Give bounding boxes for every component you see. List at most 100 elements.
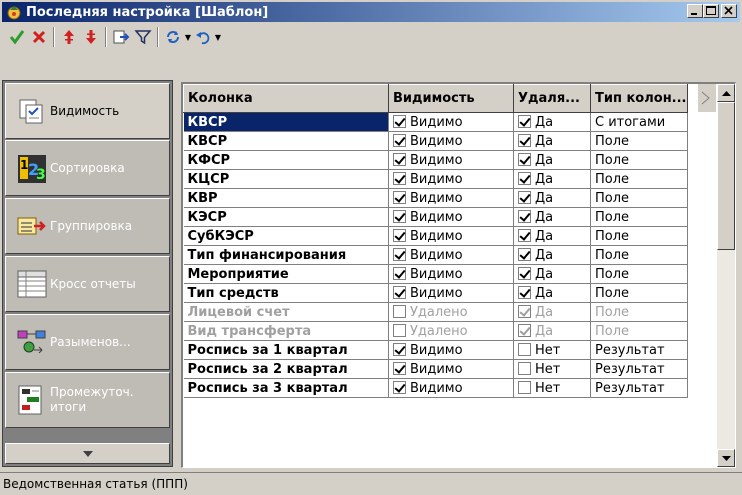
cell-column-name[interactable]: Мероприятие bbox=[183, 264, 389, 284]
visibility-checkbox[interactable] bbox=[393, 361, 406, 375]
cell-column-name[interactable]: Вид трансферта bbox=[183, 321, 389, 341]
move-up-icon[interactable] bbox=[58, 26, 80, 48]
scroll-thumb[interactable] bbox=[717, 102, 735, 250]
close-button[interactable] bbox=[721, 4, 737, 18]
visibility-checkbox[interactable] bbox=[393, 342, 406, 356]
nav-grouping[interactable]: Группировка bbox=[5, 198, 170, 254]
delete-checkbox[interactable] bbox=[518, 209, 531, 223]
cell-visibility[interactable]: Видимо bbox=[388, 264, 514, 284]
column-header-name[interactable]: Колонка bbox=[183, 84, 389, 113]
maximize-button[interactable] bbox=[703, 4, 719, 18]
cell-column-type[interactable]: Результат bbox=[590, 378, 688, 398]
cell-visibility[interactable]: Видимо bbox=[388, 226, 514, 246]
cell-delete[interactable]: Да bbox=[513, 264, 591, 284]
table-row[interactable]: СубКЭСР Видимо Да Поле bbox=[183, 226, 688, 246]
cell-visibility[interactable]: Видимо bbox=[388, 112, 514, 132]
cell-visibility[interactable]: Видимо bbox=[388, 150, 514, 170]
cell-column-type[interactable]: Результат bbox=[590, 359, 688, 379]
cell-delete[interactable]: Да bbox=[513, 131, 591, 151]
cell-column-type[interactable]: Поле bbox=[590, 245, 688, 265]
delete-checkbox[interactable] bbox=[518, 342, 531, 356]
scroll-up-button[interactable] bbox=[717, 84, 735, 102]
cell-column-name[interactable]: КВР bbox=[183, 188, 389, 208]
cell-column-name[interactable]: Роспись за 2 квартал bbox=[183, 359, 389, 379]
cell-column-type[interactable]: Результат bbox=[590, 340, 688, 360]
move-down-icon[interactable] bbox=[80, 26, 102, 48]
visibility-checkbox[interactable] bbox=[393, 171, 406, 185]
cell-delete[interactable]: Да bbox=[513, 283, 591, 303]
cell-column-name[interactable]: КФСР bbox=[183, 150, 389, 170]
cell-column-name[interactable]: СубКЭСР bbox=[183, 226, 389, 246]
cell-delete[interactable]: Да bbox=[513, 169, 591, 189]
vertical-scrollbar[interactable] bbox=[717, 84, 735, 467]
cell-delete[interactable]: Да bbox=[513, 321, 591, 341]
delete-checkbox[interactable] bbox=[518, 190, 531, 204]
title-bar[interactable]: Последняя настройка [Шаблон] bbox=[2, 2, 740, 22]
delete-checkbox[interactable] bbox=[518, 266, 531, 280]
delete-checkbox[interactable] bbox=[518, 285, 531, 299]
cell-delete[interactable]: Нет bbox=[513, 378, 591, 398]
column-header-visibility[interactable]: Видимость bbox=[388, 84, 514, 113]
cell-column-type[interactable]: Поле bbox=[590, 302, 688, 322]
visibility-checkbox[interactable] bbox=[393, 285, 406, 299]
apply-icon[interactable] bbox=[6, 26, 28, 48]
cell-column-name[interactable]: Роспись за 3 квартал bbox=[183, 378, 389, 398]
delete-checkbox[interactable] bbox=[518, 247, 531, 261]
delete-checkbox[interactable] bbox=[518, 152, 531, 166]
scroll-down-button[interactable] bbox=[717, 449, 735, 467]
table-row[interactable]: Мероприятие Видимо Да Поле bbox=[183, 264, 688, 284]
cell-column-type[interactable]: Поле bbox=[590, 131, 688, 151]
cell-visibility[interactable]: Видимо bbox=[388, 359, 514, 379]
refresh-dropdown-icon[interactable]: ▼ bbox=[184, 26, 192, 48]
cell-column-name[interactable]: Тип средств bbox=[183, 283, 389, 303]
cell-column-type[interactable]: Поле bbox=[590, 321, 688, 341]
cell-visibility[interactable]: Видимо bbox=[388, 188, 514, 208]
table-row[interactable]: Роспись за 3 квартал Видимо Нет Результат bbox=[183, 378, 688, 398]
visibility-checkbox[interactable] bbox=[393, 152, 406, 166]
cell-column-name[interactable]: Роспись за 1 квартал bbox=[183, 340, 389, 360]
visibility-checkbox[interactable] bbox=[393, 304, 406, 318]
nav-sorting[interactable]: 231 Сортировка bbox=[5, 140, 170, 196]
table-row[interactable]: Вид трансферта Удалено Да Поле bbox=[183, 321, 688, 341]
table-row[interactable]: КЭСР Видимо Да Поле bbox=[183, 207, 688, 227]
cell-visibility[interactable]: Видимо bbox=[388, 378, 514, 398]
cell-delete[interactable]: Да bbox=[513, 188, 591, 208]
undo-dropdown-icon[interactable]: ▼ bbox=[214, 26, 222, 48]
cell-visibility[interactable]: Видимо bbox=[388, 340, 514, 360]
table-row[interactable]: КФСР Видимо Да Поле bbox=[183, 150, 688, 170]
cell-visibility[interactable]: Видимо bbox=[388, 207, 514, 227]
visibility-checkbox[interactable] bbox=[393, 266, 406, 280]
cell-column-type[interactable]: С итогами bbox=[590, 112, 688, 132]
cell-column-name[interactable]: КЭСР bbox=[183, 207, 389, 227]
visibility-checkbox[interactable] bbox=[393, 209, 406, 223]
cell-delete[interactable]: Нет bbox=[513, 340, 591, 360]
cell-delete[interactable]: Да bbox=[513, 150, 591, 170]
table-row[interactable]: КВСР Видимо Да С итогами bbox=[183, 112, 688, 132]
delete-checkbox[interactable] bbox=[518, 228, 531, 242]
column-header-delete[interactable]: Удаля... bbox=[513, 84, 591, 113]
table-row[interactable]: Роспись за 1 квартал Видимо Нет Результат bbox=[183, 340, 688, 360]
cell-delete[interactable]: Да bbox=[513, 226, 591, 246]
nav-subtotals[interactable]: Промежуточ. итоги bbox=[5, 372, 170, 428]
cell-column-type[interactable]: Поле bbox=[590, 169, 688, 189]
table-row[interactable]: КВР Видимо Да Поле bbox=[183, 188, 688, 208]
undo-icon[interactable] bbox=[192, 26, 214, 48]
delete-checkbox[interactable] bbox=[518, 114, 531, 128]
cell-visibility[interactable]: Видимо bbox=[388, 169, 514, 189]
cancel-icon[interactable] bbox=[28, 26, 50, 48]
cell-column-name[interactable]: КВСР bbox=[183, 131, 389, 151]
cell-delete[interactable]: Да bbox=[513, 112, 591, 132]
cell-visibility[interactable]: Видимо bbox=[388, 131, 514, 151]
cell-visibility[interactable]: Удалено bbox=[388, 321, 514, 341]
cell-column-type[interactable]: Поле bbox=[590, 150, 688, 170]
cell-column-name[interactable]: Тип финансирования bbox=[183, 245, 389, 265]
nav-dereference[interactable]: Разыменов... bbox=[5, 314, 170, 370]
delete-checkbox[interactable] bbox=[518, 171, 531, 185]
delete-checkbox[interactable] bbox=[518, 380, 531, 394]
visibility-checkbox[interactable] bbox=[393, 380, 406, 394]
nav-cross-reports[interactable]: Кросс отчеты bbox=[5, 256, 170, 312]
cell-column-type[interactable]: Поле bbox=[590, 207, 688, 227]
nav-visibility[interactable]: Видимость bbox=[5, 83, 170, 139]
column-header-type[interactable]: Тип колон... bbox=[590, 84, 688, 113]
refresh-icon[interactable] bbox=[162, 26, 184, 48]
